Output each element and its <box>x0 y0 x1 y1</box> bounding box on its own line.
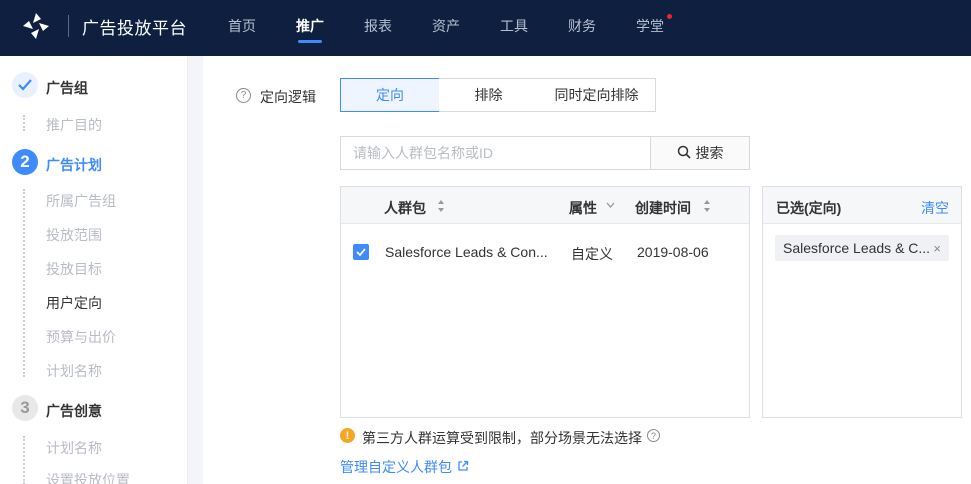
nav-tools[interactable]: 工具 <box>500 16 528 36</box>
audience-search-input[interactable] <box>340 136 651 170</box>
option-target[interactable]: 定向 <box>340 78 440 112</box>
search-icon <box>677 145 691 162</box>
sidebar-item-plan-name[interactable]: 计划名称 <box>46 361 102 381</box>
sidebar-gutter <box>188 56 203 484</box>
option-target-and-exclude[interactable]: 同时定向排除 <box>538 78 656 112</box>
search-button[interactable]: 搜索 <box>650 136 750 170</box>
table-header: 人群包 属性 创建时间 <box>341 187 749 224</box>
clear-button[interactable]: 清空 <box>921 198 949 218</box>
search-button-label: 搜索 <box>695 145 724 161</box>
selected-panel-header: 已选(定向) 清空 <box>763 187 961 224</box>
top-navbar: 广告投放平台 首页 推广 报表 资产 工具 财务 学堂 <box>0 0 971 56</box>
nav-academy[interactable]: 学堂 <box>636 16 664 36</box>
step-ad-group[interactable]: 广告组 <box>46 78 88 98</box>
sidebar-item-goal[interactable]: 投放目标 <box>46 259 102 279</box>
close-icon[interactable]: × <box>933 241 941 256</box>
manage-audience-link-label: 管理自定义人群包 <box>340 459 452 475</box>
notification-dot <box>667 14 672 19</box>
column-audience[interactable]: 人群包 <box>384 198 426 218</box>
step-connector <box>23 189 26 377</box>
check-icon <box>12 72 38 98</box>
nav-reports[interactable]: 报表 <box>364 16 392 36</box>
row-checkbox[interactable] <box>353 244 369 260</box>
sidebar-item-budget-bid[interactable]: 预算与出价 <box>46 327 116 347</box>
nav-home[interactable]: 首页 <box>228 16 256 36</box>
column-created-time[interactable]: 创建时间 <box>635 198 691 218</box>
sidebar-item-placement[interactable]: 设置投放位置 <box>46 470 130 484</box>
sort-icon[interactable] <box>703 199 711 213</box>
sidebar-item-scope[interactable]: 投放范围 <box>46 225 102 245</box>
warning-icon: ! <box>340 428 355 443</box>
step-ad-plan[interactable]: 广告计划 <box>46 155 102 175</box>
audience-attribute-cell: 自定义 <box>571 246 613 262</box>
sidebar-item-parent-group[interactable]: 所属广告组 <box>46 191 116 211</box>
step-connector <box>23 436 26 484</box>
column-attribute[interactable]: 属性 <box>569 198 597 218</box>
brand-title: 广告投放平台 <box>82 19 187 38</box>
targeting-logic-label: 定向逻辑 <box>260 89 316 105</box>
manage-audience-link[interactable]: 管理自定义人群包 <box>340 457 469 477</box>
sidebar-item-promote-goal[interactable]: 推广目的 <box>46 115 102 135</box>
notice-text: 第三方人群运算受到限制，部分场景无法选择 <box>362 430 642 446</box>
selected-title: 已选(定向) <box>776 200 842 216</box>
sort-icon[interactable] <box>437 199 445 213</box>
step-ad-creative[interactable]: 广告创意 <box>46 401 102 421</box>
option-exclude[interactable]: 排除 <box>439 78 539 112</box>
selected-tag: Salesforce Leads & C... × <box>775 235 949 261</box>
nav-active-indicator <box>298 40 322 43</box>
audience-table: 人群包 属性 创建时间 Salesforce Leads & Con... 自定… <box>340 186 750 418</box>
step-sidebar: 广告组 推广目的 2 广告计划 所属广告组 投放范围 投放目标 用户定向 预算与… <box>0 56 188 484</box>
logo-icon[interactable] <box>20 10 52 42</box>
audience-created-cell: 2019-08-06 <box>637 244 709 260</box>
step-connector <box>23 115 26 131</box>
nav-finance[interactable]: 财务 <box>568 16 596 36</box>
external-link-icon <box>457 459 469 475</box>
step-number-2: 2 <box>12 149 38 175</box>
sidebar-item-creative-name[interactable]: 计划名称 <box>46 438 102 458</box>
nav-promote[interactable]: 推广 <box>296 16 324 36</box>
sidebar-item-user-targeting[interactable]: 用户定向 <box>46 293 102 313</box>
logo-divider <box>68 15 69 37</box>
help-icon[interactable]: ? <box>647 429 660 442</box>
audience-name-cell: Salesforce Leads & Con... <box>385 244 548 260</box>
help-icon[interactable]: ? <box>236 88 251 103</box>
nav-assets[interactable]: 资产 <box>432 16 460 36</box>
selected-tag-label: Salesforce Leads & C... <box>783 240 931 256</box>
selected-panel: 已选(定向) 清空 Salesforce Leads & C... × <box>762 186 962 418</box>
step-number-3: 3 <box>12 395 38 421</box>
chevron-down-icon[interactable] <box>606 202 615 209</box>
